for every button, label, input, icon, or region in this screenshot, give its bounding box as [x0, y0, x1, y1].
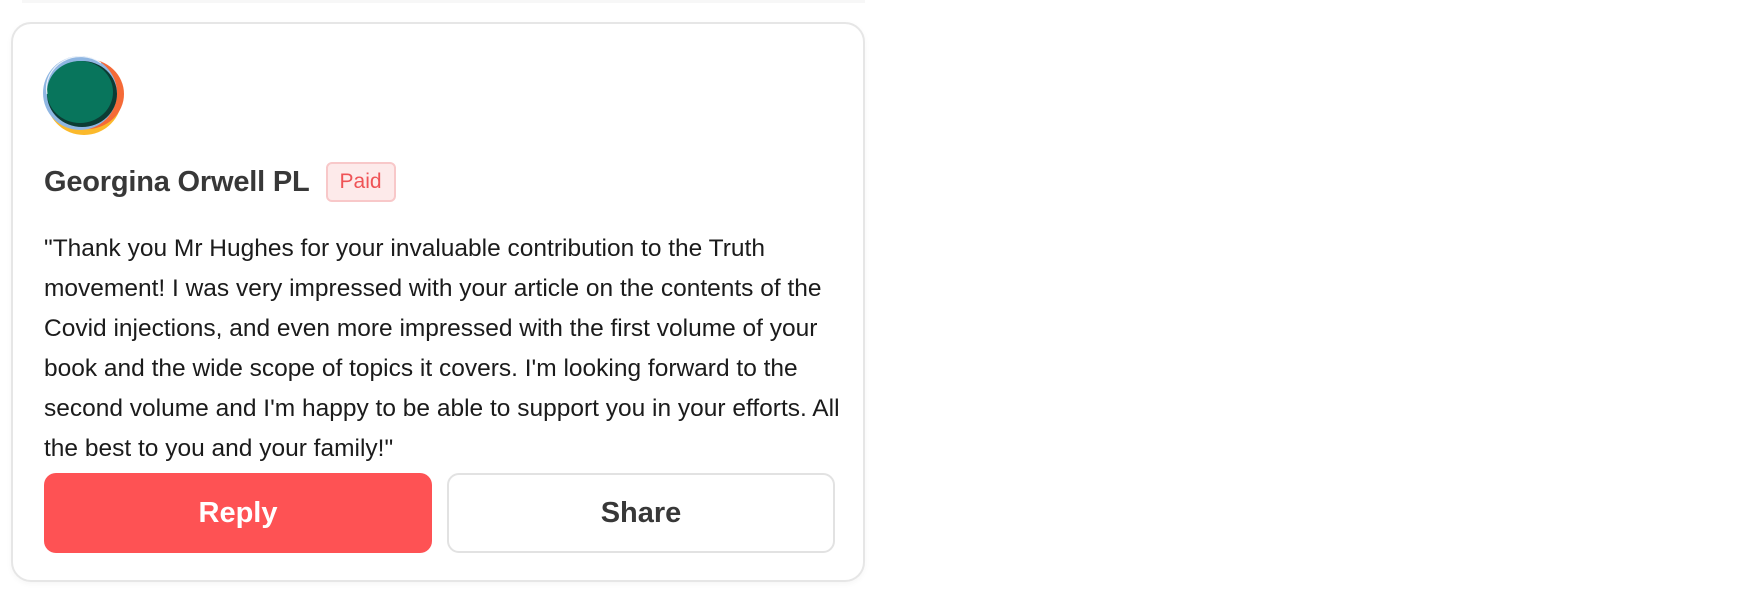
paid-badge: Paid	[325, 162, 396, 202]
share-button[interactable]: Share	[447, 473, 835, 553]
author-row: Georgina Orwell PL Paid	[44, 160, 396, 204]
reply-button[interactable]: Reply	[44, 473, 432, 553]
top-divider	[22, 0, 865, 3]
avatar[interactable]	[41, 54, 125, 138]
comment-card: Georgina Orwell PL Paid "Thank you Mr Hu…	[11, 22, 865, 582]
circle-avatar-icon	[43, 55, 124, 135]
author-name[interactable]: Georgina Orwell PL	[44, 166, 310, 199]
comment-text: "Thank you Mr Hughes for your invaluable…	[44, 235, 840, 462]
